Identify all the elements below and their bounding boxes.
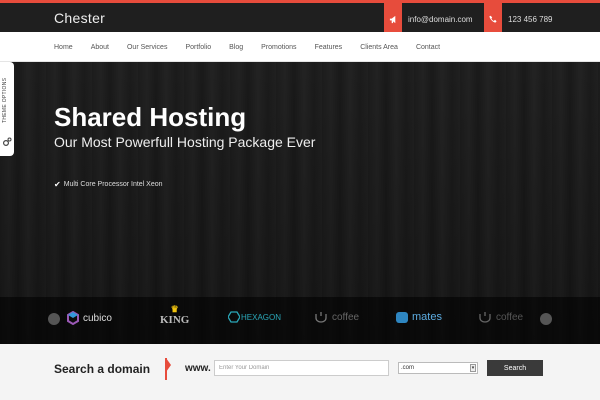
nav-item-contact[interactable]: Contact: [416, 44, 440, 51]
theme-options-tab[interactable]: THEME OPTIONS: [0, 62, 14, 156]
partner-logo-mates[interactable]: mates: [396, 311, 442, 323]
partner-logos-strip: cubico ♛ KING HEXAGON coffee mates coffe…: [0, 297, 600, 344]
theme-options-label: THEME OPTIONS: [2, 77, 8, 123]
top-bar: Chester info@domain.com 123 456 789: [0, 0, 600, 35]
megaphone-icon: [384, 3, 402, 35]
nav-item-features[interactable]: Features: [315, 44, 343, 51]
search-button[interactable]: Search: [487, 360, 543, 376]
feature-item: ✔ Multi Core Processor Intel Xeon: [54, 180, 163, 189]
domain-search-bar: Search a domain www. .com ▾ Search: [0, 344, 600, 400]
tld-selected: .com: [401, 365, 415, 371]
check-icon: ✔: [54, 180, 61, 189]
next-arrow-icon[interactable]: [540, 313, 552, 325]
partner-logo-cubico[interactable]: cubico: [66, 311, 112, 325]
feature-text: Multi Core Processor Intel Xeon: [63, 181, 163, 188]
tld-select[interactable]: .com ▾: [398, 362, 478, 374]
hexagon-mark-icon: [228, 311, 240, 323]
www-prefix: www.: [185, 363, 211, 374]
hero-subtitle: Our Most Powerfull Hosting Package Ever: [54, 134, 316, 150]
partner-logo-hexagon[interactable]: HEXAGON: [228, 311, 281, 323]
email-text[interactable]: info@domain.com: [408, 15, 473, 24]
gear-icon: [2, 137, 12, 147]
partner-logo-coffee[interactable]: coffee: [314, 311, 359, 323]
chevron-down-icon[interactable]: ▾: [470, 364, 476, 372]
cup-icon: [479, 312, 491, 323]
partner-logo-king[interactable]: ♛ KING: [160, 304, 189, 327]
phone-text[interactable]: 123 456 789: [508, 15, 553, 24]
hero-title: Shared Hosting: [54, 102, 247, 132]
partner-logo-coffee-2[interactable]: coffee: [478, 311, 523, 323]
cubico-mark-icon: [67, 311, 79, 325]
phone-icon: [484, 3, 502, 35]
pointer-icon: [166, 358, 171, 372]
cup-icon: [315, 312, 327, 323]
mates-mark-icon: [396, 311, 408, 323]
nav-item-our-services[interactable]: Our Services: [127, 44, 167, 51]
nav-item-blog[interactable]: Blog: [229, 44, 243, 51]
nav-item-promotions[interactable]: Promotions: [261, 44, 296, 51]
nav-item-portfolio[interactable]: Portfolio: [185, 44, 211, 51]
site-logo[interactable]: Chester: [54, 10, 105, 26]
nav-item-about[interactable]: About: [91, 44, 109, 51]
contact-phone[interactable]: 123 456 789: [484, 3, 553, 35]
nav-item-clients-area[interactable]: Clients Area: [360, 44, 398, 51]
search-title: Search a domain: [54, 362, 151, 376]
prev-arrow-icon[interactable]: [48, 313, 60, 325]
main-nav: Home About Our Services Portfolio Blog P…: [0, 32, 600, 62]
crown-icon: ♛: [170, 304, 179, 314]
domain-input[interactable]: [214, 360, 389, 376]
nav-item-home[interactable]: Home: [54, 44, 73, 51]
contact-email[interactable]: info@domain.com: [384, 3, 473, 35]
